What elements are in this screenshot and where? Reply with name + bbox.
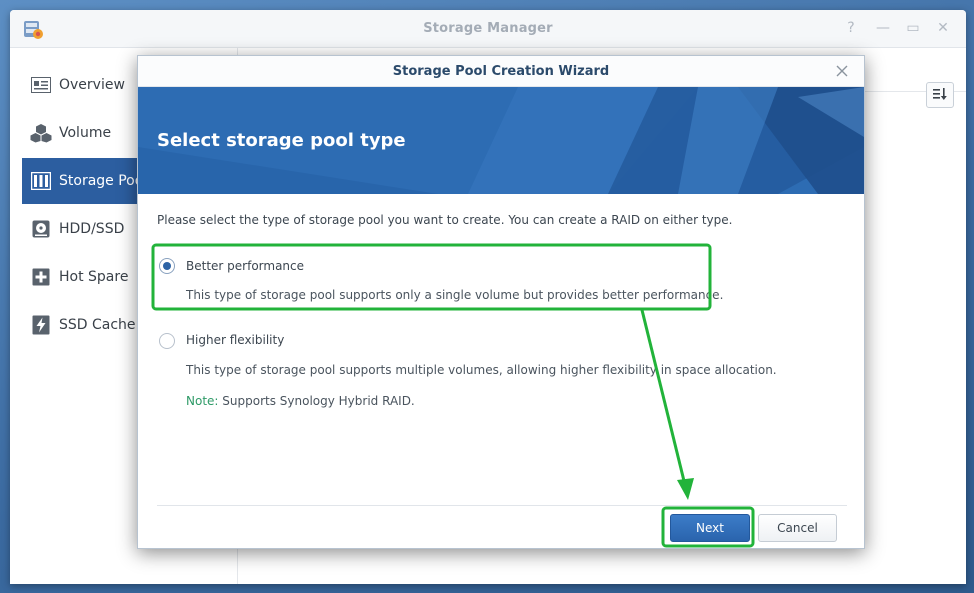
cancel-button[interactable]: Cancel (758, 514, 837, 542)
better-performance-description: This type of storage pool supports only … (186, 288, 724, 302)
minimize-icon[interactable]: — (874, 19, 892, 37)
close-icon[interactable] (834, 63, 850, 79)
note-label: Note: (186, 394, 219, 408)
sidebar-item-label: HDD/SSD (59, 221, 125, 237)
hdd-icon (30, 218, 52, 240)
storage-pool-creation-wizard: Storage Pool Creation Wizard Select stor… (137, 55, 865, 549)
overview-icon (30, 74, 52, 96)
sidebar-item-label: Hot Spare (59, 269, 129, 285)
better-performance-label[interactable]: Better performance (186, 259, 304, 273)
cubes-icon (30, 122, 52, 144)
wizard-heading: Select storage pool type (157, 130, 406, 151)
help-icon[interactable]: ? (842, 19, 860, 37)
sidebar-item-label: Storage Pool (59, 173, 148, 189)
higher-flexibility-label[interactable]: Higher flexibility (186, 333, 284, 347)
sort-icon (932, 86, 948, 105)
note-text: Supports Synology Hybrid RAID. (218, 394, 415, 408)
better-performance-radio[interactable] (159, 258, 175, 274)
sidebar-item-label: SSD Cache (59, 317, 136, 333)
sort-button[interactable] (926, 82, 954, 108)
note-row: Note: Supports Synology Hybrid RAID. (186, 394, 415, 408)
dialog-title: Storage Pool Creation Wizard (392, 64, 610, 79)
close-icon[interactable]: ✕ (934, 19, 952, 37)
dialog-titlebar[interactable]: Storage Pool Creation Wizard (138, 56, 864, 87)
sidebar-item-label: Volume (59, 125, 112, 141)
plus-box-icon (30, 266, 52, 288)
storage-pool-icon (30, 170, 52, 192)
wizard-banner: Select storage pool type (138, 87, 864, 194)
footer-divider (157, 505, 847, 506)
sidebar-item-label: Overview (59, 77, 125, 93)
wizard-intro-text: Please select the type of storage pool y… (157, 213, 733, 227)
maximize-icon[interactable]: ▭ (904, 19, 922, 37)
window-titlebar[interactable]: Storage Manager ? — ▭ ✕ (10, 10, 966, 48)
window-title: Storage Manager (423, 21, 553, 36)
next-button[interactable]: Next (670, 514, 750, 542)
lightning-icon (30, 314, 52, 336)
higher-flexibility-radio[interactable] (159, 333, 175, 349)
higher-flexibility-description: This type of storage pool supports multi… (186, 363, 777, 377)
